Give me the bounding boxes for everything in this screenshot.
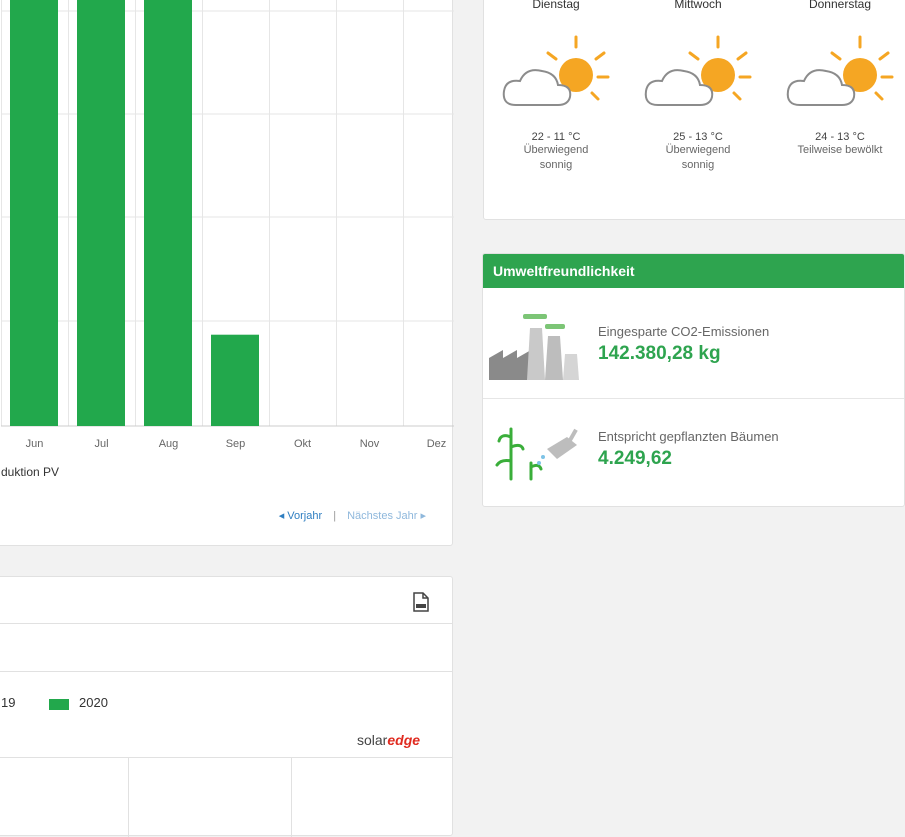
chart-top-line xyxy=(0,757,452,758)
document-icon[interactable] xyxy=(412,592,430,612)
temperature-range: 22 - 11 °C xyxy=(531,131,581,143)
weather-forecast-card: Dienstag 22 - 11 °C Überwiegend sonnig M… xyxy=(483,0,905,220)
x-tick-label: Sep xyxy=(226,438,246,450)
weather-description: sonnig xyxy=(539,159,573,171)
forecast-day: Mittwoch 25 - 13 °C Überwiegend sonnig xyxy=(638,0,758,173)
day-name: Dienstag xyxy=(532,0,580,11)
forecast-day: Dienstag 22 - 11 °C Überwiegend sonnig xyxy=(496,0,616,173)
legend-prev-year: 19 xyxy=(1,695,16,710)
weather-description: Überwiegend xyxy=(523,144,589,156)
divider xyxy=(0,623,452,624)
legend-current-year: 2020 xyxy=(79,695,108,710)
co2-row: Eingesparte CO2-Emissionen 142.380,28 kg xyxy=(483,288,904,399)
chart-bar xyxy=(211,334,259,426)
day-name: Mittwoch xyxy=(674,0,722,11)
x-tick-label: Dez xyxy=(427,438,447,450)
legend-swatch-current xyxy=(49,699,69,710)
partly-sunny-icon xyxy=(502,35,610,106)
weather-description: sonnig xyxy=(681,159,715,171)
divider xyxy=(0,671,452,672)
next-year-link[interactable]: Nächstes Jahr ▸ xyxy=(347,510,426,522)
chart-legend-label: duktion PV xyxy=(1,465,60,479)
partly-sunny-icon xyxy=(644,35,752,106)
x-tick-label: Nov xyxy=(360,438,380,450)
solaredge-logo: solaredge xyxy=(357,732,421,748)
x-tick-label: Aug xyxy=(159,438,179,450)
production-chart-card: Jun Jul Aug Sep Okt Nov Dez duktion PV ◂ Vorja… xyxy=(0,0,454,546)
co2-saved-label: Eingesparte CO2-Emissionen xyxy=(598,324,770,339)
trees-planted-label: Entspricht gepflanzten Bäumen xyxy=(598,429,779,444)
chart-year-nav: ◂ Vorjahr | Nächstes Jahr ▸ xyxy=(279,509,426,522)
production-chart: Jun Jul Aug Sep Okt Nov Dez xyxy=(1,0,454,450)
chart-bar xyxy=(10,0,58,426)
comparison-chart-card: 19 2020 solaredge xyxy=(0,576,453,837)
day-name: Donnerstag xyxy=(808,0,872,11)
weather-description: Überwiegend xyxy=(665,144,731,156)
trees-planted-value: 4.249,62 xyxy=(598,448,672,469)
temperature-range: 25 - 13 °C xyxy=(673,131,723,143)
x-tick-label: Jul xyxy=(94,438,108,450)
grid-line xyxy=(291,757,292,837)
grid-line xyxy=(128,757,129,837)
tree-watering-icon xyxy=(495,427,578,481)
temperature-range: 24 - 13 °C xyxy=(815,131,865,143)
env-card-title: Umweltfreundlichkeit xyxy=(483,254,904,288)
x-tick-label: Jun xyxy=(26,438,44,450)
x-tick-label: Okt xyxy=(294,438,311,450)
partly-cloudy-icon xyxy=(786,35,894,106)
chart-bar xyxy=(144,0,192,426)
power-plant-icon xyxy=(489,314,579,380)
forecast-day: Donnerstag 24 - 13 °C Teilweise bewölkt xyxy=(770,0,905,158)
chart-bar xyxy=(77,0,125,426)
previous-year-link[interactable]: ◂ Vorjahr xyxy=(279,510,322,522)
environmental-benefits-card: Umweltfreundlichkeit Eingesparte CO2-Emi… xyxy=(482,253,905,507)
trees-row: Entspricht gepflanzten Bäumen 4.249,62 xyxy=(483,399,904,506)
co2-saved-value: 142.380,28 kg xyxy=(598,343,721,364)
weather-description: Teilweise bewölkt xyxy=(797,144,883,156)
nav-separator: | xyxy=(333,510,337,522)
